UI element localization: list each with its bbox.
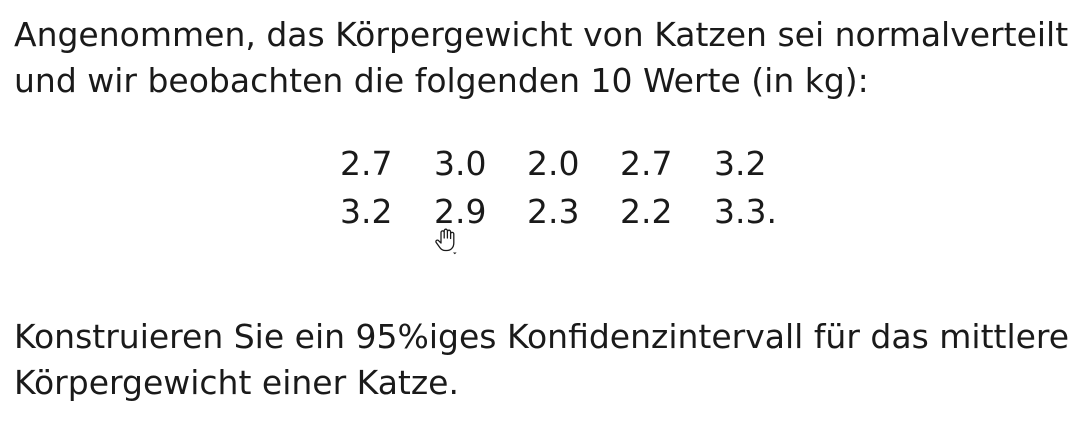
slide: Angenommen, das Körpergewicht von Katzen… — [0, 0, 1082, 421]
value-cell: 2.2 — [620, 192, 673, 231]
hand-pointer-icon — [435, 228, 457, 255]
intro-paragraph: Angenommen, das Körpergewicht von Katzen… — [14, 12, 1068, 104]
value-cell: 2.3 — [527, 192, 580, 231]
task-paragraph: Konstruieren Sie ein 95%iges Konfidenzin… — [14, 314, 1069, 406]
value-cell: 3.2 — [340, 192, 393, 231]
value-cell: 3.0 — [434, 144, 487, 183]
value-cell: 2.0 — [527, 144, 580, 183]
weight-values-table: 2.7 3.0 2.0 2.7 3.2 3.2 2.9 2.3 2.2 3.3. — [340, 140, 794, 236]
table-row: 2.7 3.0 2.0 2.7 3.2 — [340, 140, 794, 188]
value-cell: 2.7 — [340, 144, 393, 183]
intro-line-1: Angenommen, das Körpergewicht von Katzen… — [14, 15, 1069, 54]
value-cell: 3.3. — [714, 192, 777, 231]
task-line-2: Körpergewicht einer Katze. — [14, 363, 459, 402]
task-line-1: Konstruieren Sie ein 95%iges Konfidenzin… — [14, 317, 1070, 356]
value-cell: 3.2 — [714, 144, 767, 183]
table-row: 3.2 2.9 2.3 2.2 3.3. — [340, 188, 794, 236]
intro-line-2: und wir beobachten die folgenden 10 Wert… — [14, 61, 869, 100]
value-cell: 2.7 — [620, 144, 673, 183]
